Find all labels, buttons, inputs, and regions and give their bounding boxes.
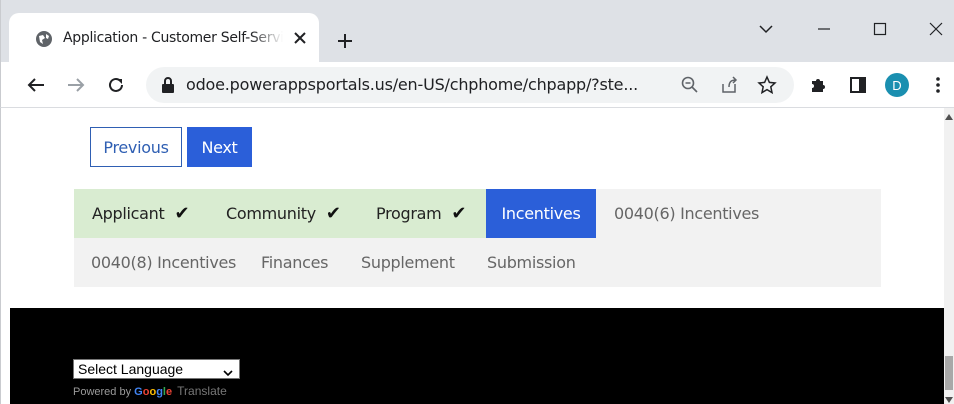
scroll-up-arrow-icon[interactable]	[945, 114, 953, 120]
share-icon[interactable]	[716, 72, 742, 98]
browser-tab-strip: Application - Customer Self-Service	[0, 0, 954, 62]
step-submission[interactable]: Submission	[470, 238, 600, 287]
page-viewport: Previous Next Applicant ✔ Community ✔ Pr…	[0, 108, 945, 404]
language-select[interactable]: Select Language	[73, 359, 240, 379]
check-icon: ✔	[451, 203, 467, 224]
browser-toolbar: odoe.powerappsportals.us/en-US/chphome/c…	[0, 62, 954, 108]
minimize-icon[interactable]	[809, 14, 839, 44]
tab-search-chevron-icon[interactable]	[751, 14, 781, 44]
step-supplement[interactable]: Supplement	[344, 238, 470, 287]
address-bar[interactable]: odoe.powerappsportals.us/en-US/chphome/c…	[146, 67, 794, 103]
step-label: 0040(8) Incentives	[91, 253, 237, 272]
powered-by-text: Powered by	[73, 386, 132, 398]
step-community[interactable]: Community ✔	[209, 189, 357, 238]
step-finances[interactable]: Finances	[244, 238, 344, 287]
step-0040-8-incentives[interactable]: 0040(8) Incentives	[74, 238, 244, 287]
maximize-icon[interactable]	[865, 14, 895, 44]
previous-button[interactable]: Previous	[90, 127, 182, 167]
chevron-down-icon	[223, 364, 233, 380]
back-arrow-icon[interactable]	[23, 72, 49, 98]
step-label: Program	[376, 204, 442, 223]
language-select-value: Select Language	[78, 361, 184, 377]
step-incentives[interactable]: Incentives	[486, 189, 596, 238]
page-footer: Select Language Powered by Google Transl…	[10, 308, 945, 404]
new-tab-icon[interactable]	[331, 27, 359, 55]
more-menu-icon[interactable]	[925, 72, 951, 98]
step-label: Incentives	[501, 204, 581, 223]
step-label: 0040(6) Incentives	[614, 204, 760, 223]
close-tab-icon[interactable]	[289, 27, 311, 49]
profile-avatar[interactable]: D	[885, 73, 909, 97]
side-panel-icon[interactable]	[845, 72, 871, 98]
check-icon: ✔	[325, 203, 341, 224]
vertical-scrollbar[interactable]	[944, 108, 954, 404]
zoom-icon[interactable]	[677, 72, 703, 98]
scrollbar-thumb[interactable]	[945, 356, 953, 390]
progress-steps: Applicant ✔ Community ✔ Program ✔ Incent…	[74, 189, 881, 287]
step-label: Applicant	[92, 204, 165, 223]
check-icon: ✔	[174, 203, 190, 224]
lock-icon[interactable]	[155, 72, 181, 98]
url-text: odoe.powerappsportals.us/en-US/chphome/c…	[186, 75, 638, 94]
google-translate-credit: Powered by Google Translate	[73, 384, 227, 398]
scroll-down-arrow-icon[interactable]	[945, 397, 953, 403]
step-label: Finances	[261, 253, 329, 272]
reload-icon[interactable]	[103, 72, 129, 98]
step-applicant[interactable]: Applicant ✔	[74, 189, 209, 238]
step-label: Submission	[487, 253, 576, 272]
close-window-icon[interactable]	[921, 14, 951, 44]
tab-title: Application - Customer Self-Service	[63, 30, 283, 46]
step-program[interactable]: Program ✔	[357, 189, 486, 238]
google-logo[interactable]: Google	[134, 386, 172, 398]
forward-arrow-icon[interactable]	[63, 72, 89, 98]
globe-icon	[35, 30, 53, 48]
bookmark-star-icon[interactable]	[754, 72, 780, 98]
step-label: Community	[226, 204, 316, 223]
next-button[interactable]: Next	[187, 127, 252, 167]
step-0040-6-incentives[interactable]: 0040(6) Incentives	[596, 189, 776, 238]
step-label: Supplement	[361, 253, 455, 272]
extensions-puzzle-icon[interactable]	[805, 72, 831, 98]
browser-tab[interactable]: Application - Customer Self-Service	[9, 13, 319, 62]
translate-link[interactable]: Translate	[177, 384, 227, 398]
